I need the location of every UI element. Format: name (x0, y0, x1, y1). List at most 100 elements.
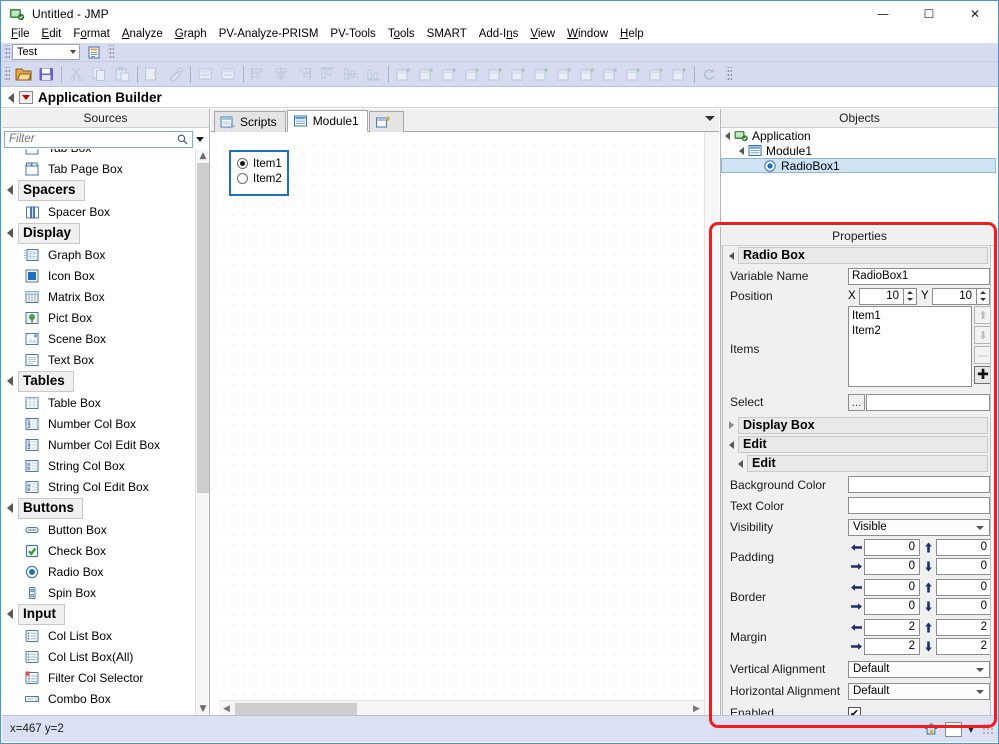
menu-item-smart[interactable]: SMART (421, 26, 473, 43)
stepper-down-icon[interactable] (977, 296, 989, 304)
sources-category-input[interactable]: Input (2, 603, 195, 625)
sources-item-check-box[interactable]: Check Box (2, 540, 195, 561)
canvas-radio-item[interactable]: Item2 (237, 171, 281, 186)
hscroll-thumb[interactable] (235, 703, 357, 715)
design-canvas[interactable]: Item1Item2 ◀ ▶ (211, 132, 719, 716)
scroll-left-icon[interactable]: ◀ (219, 701, 234, 716)
sources-item-string-col-edit-box[interactable]: abString Col Edit Box (2, 476, 195, 497)
margin-left-field[interactable]: 2 (864, 619, 920, 636)
stepper-down-icon[interactable] (904, 296, 916, 304)
sources-item-col-list-box-all-[interactable]: Col List Box(All) (2, 646, 195, 667)
visibility-select[interactable]: Visible (848, 519, 990, 536)
background-color-field[interactable] (848, 476, 990, 493)
sources-category-buttons[interactable]: Buttons (2, 497, 195, 519)
section-edit-inner[interactable]: Edit (725, 455, 988, 472)
menu-item-file[interactable]: File (5, 26, 36, 43)
canvas-vscrollbar[interactable] (704, 132, 719, 716)
radio-indicator-icon[interactable] (237, 158, 248, 169)
panel-dropdown-button[interactable]: ▼ (964, 720, 978, 738)
sources-item-button-box[interactable]: Button Box (2, 519, 195, 540)
position-y-field[interactable]: 10 (932, 288, 977, 305)
scroll-thumb[interactable] (197, 163, 209, 493)
sources-item-pict-box[interactable]: Pict Box (2, 307, 195, 328)
sources-item-matrix-box[interactable]: Matrix Box (2, 286, 195, 307)
sources-item-tab-page-box[interactable]: Tab Page Box (2, 158, 195, 179)
tab-add-module[interactable] (369, 111, 404, 132)
sources-item-radio-box[interactable]: Radio Box (2, 561, 195, 582)
margin-right-field[interactable]: 2 (864, 638, 920, 655)
menu-item-edit[interactable]: Edit (36, 26, 68, 43)
canvas-hscrollbar[interactable]: ◀ ▶ (219, 700, 704, 716)
items-list-entry[interactable]: Item1 (852, 309, 971, 324)
expand-triangle-icon[interactable] (725, 132, 730, 140)
menu-item-window[interactable]: Window (561, 26, 614, 43)
toolbar-grip-main[interactable] (4, 67, 10, 82)
sources-item-spacer-box[interactable]: Spacer Box (2, 201, 195, 222)
canvas-radio-box-widget[interactable]: Item1Item2 (229, 150, 289, 196)
move-item-up-button[interactable]: ⬆ (974, 306, 991, 324)
sources-item-icon-box[interactable]: Icon Box (2, 265, 195, 286)
border-top-field[interactable]: 0 (936, 579, 991, 596)
home-button[interactable] (920, 720, 942, 738)
sources-item-graph-box[interactable]: Graph Box (2, 244, 195, 265)
save-button[interactable] (36, 64, 57, 85)
scroll-right-icon[interactable]: ▶ (689, 701, 704, 716)
section-display-box[interactable]: Display Box (725, 417, 988, 434)
search-input[interactable] (5, 132, 192, 147)
panel-toggle-button[interactable] (942, 720, 964, 738)
tab-scripts[interactable]: Scripts (214, 111, 286, 132)
sources-category-spacers[interactable]: Spacers (2, 179, 195, 201)
padding-right-field[interactable]: 0 (864, 558, 920, 575)
properties-scrollbar[interactable] (991, 246, 998, 720)
sources-item-number-col-edit-box[interactable]: 12Number Col Edit Box (2, 434, 195, 455)
select-browse-button[interactable]: ... (848, 394, 865, 411)
scroll-up-icon[interactable]: ▲ (196, 149, 210, 163)
tab-overflow-menu-icon[interactable] (705, 116, 715, 121)
minimize-button[interactable]: — (860, 1, 906, 26)
canvas-radio-item[interactable]: Item1 (237, 156, 281, 171)
section-edit-outer[interactable]: Edit (725, 436, 988, 453)
margin-bottom-field[interactable]: 2 (936, 638, 991, 655)
sources-category-tables[interactable]: Tables (2, 370, 195, 392)
toolbar-grip[interactable] (4, 45, 10, 60)
items-list-entry[interactable]: Item2 (852, 324, 971, 339)
sources-category-display[interactable]: Display (2, 222, 195, 244)
objects-tree-item-module1[interactable]: Module1 (721, 143, 998, 158)
sources-item-spin-box[interactable]: Spin Box (2, 582, 195, 603)
sources-item-string-col-box[interactable]: abString Col Box (2, 455, 195, 476)
menu-item-format[interactable]: Format (67, 26, 115, 43)
position-y-stepper[interactable] (977, 288, 990, 305)
items-listbox[interactable]: Item1Item2 (848, 306, 972, 387)
close-button[interactable]: ✕ (952, 1, 998, 26)
expand-triangle-icon[interactable] (739, 147, 744, 155)
horizontal-alignment-select[interactable]: Default (848, 683, 990, 700)
sources-item-number-col-box[interactable]: 12Number Col Box (2, 413, 195, 434)
script-selector[interactable]: Test (12, 44, 80, 60)
scroll-down-icon[interactable]: ▼ (196, 702, 210, 716)
variable-name-field[interactable]: RadioBox1 (848, 268, 990, 285)
red-triangle-menu[interactable] (19, 91, 33, 104)
sources-scrollbar[interactable]: ▲ ▼ (195, 149, 209, 716)
sources-item-text-box[interactable]: Text Box (2, 349, 195, 370)
position-x-stepper[interactable] (904, 288, 917, 305)
toolbar-grip-2[interactable] (108, 45, 114, 60)
filter-dropdown-button[interactable] (193, 131, 207, 148)
sources-item-table-box[interactable]: Table Box (2, 392, 195, 413)
stepper-up-icon[interactable] (977, 289, 989, 297)
sources-item-col-list-box[interactable]: Col List Box (2, 625, 195, 646)
sources-filter-box[interactable] (4, 131, 193, 148)
padding-top-field[interactable]: 0 (936, 539, 991, 556)
padding-left-field[interactable]: 0 (864, 539, 920, 556)
expand-triangle-icon[interactable] (8, 93, 14, 103)
select-field[interactable] (866, 394, 990, 411)
tab-module1[interactable]: Module1 (287, 110, 368, 132)
sources-item-tab-box[interactable]: Tab Box (2, 149, 195, 158)
objects-tree-item-application[interactable]: Application (721, 128, 998, 143)
remove-item-button[interactable]: — (974, 346, 991, 364)
menu-item-add-ins[interactable]: Add-Ins (473, 26, 525, 43)
vertical-alignment-select[interactable]: Default (848, 661, 990, 678)
menu-item-tools[interactable]: Tools (382, 26, 421, 43)
position-x-field[interactable]: 10 (859, 288, 904, 305)
section-radio-box[interactable]: Radio Box (725, 247, 988, 264)
run-script-button[interactable] (85, 44, 104, 61)
